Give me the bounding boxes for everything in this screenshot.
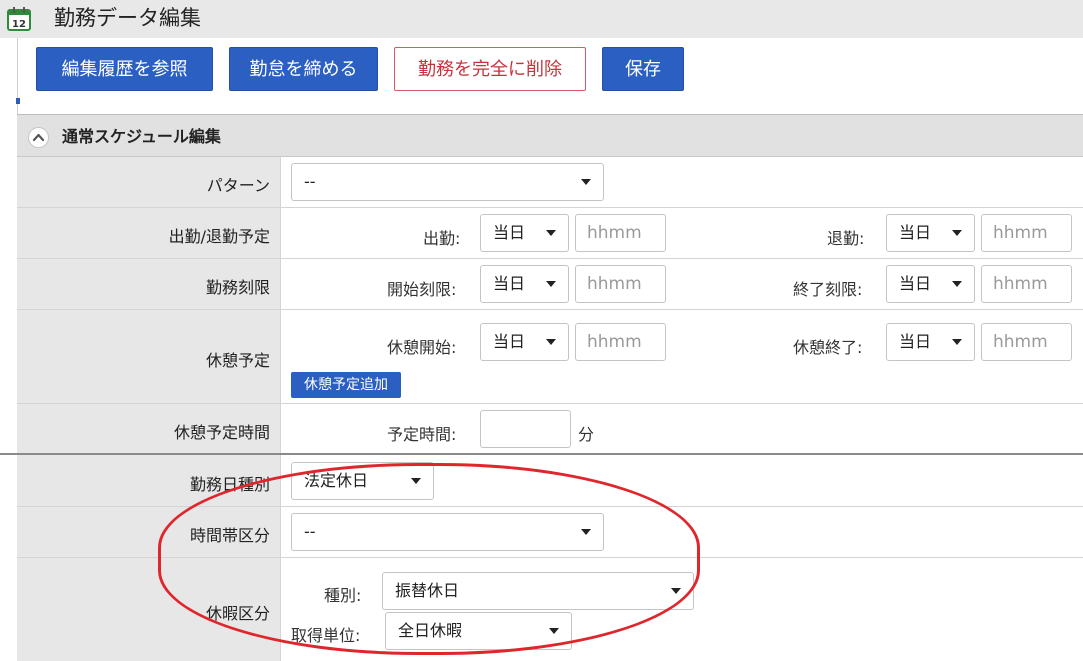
day-type-value: 法定休日 <box>304 471 369 490</box>
chevron-down-icon <box>546 339 556 345</box>
limit-start-label: 開始刻限: <box>387 280 457 299</box>
limit-end-day-select[interactable]: 当日 <box>886 265 975 303</box>
day-type-row: 勤務日種別 <box>17 455 1083 507</box>
pattern-select-value: -- <box>304 172 316 191</box>
leave-type-value: 振替休日 <box>395 581 460 600</box>
break-start-day-select[interactable]: 当日 <box>480 323 569 361</box>
chevron-down-icon <box>546 281 556 287</box>
time-zone-select[interactable]: -- <box>291 513 604 551</box>
leave-unit-label: 取得単位: <box>291 626 361 645</box>
end-time-input[interactable]: hhmm <box>981 214 1072 252</box>
page-title: 勤務データ編集 <box>54 6 201 30</box>
chevron-down-icon <box>671 588 681 594</box>
start-day-select[interactable]: 当日 <box>480 214 569 252</box>
day-type-label: 勤務日種別 <box>189 475 270 494</box>
chevron-down-icon <box>581 529 591 535</box>
end-day-select[interactable]: 当日 <box>886 214 975 252</box>
break-start-day-value: 当日 <box>493 332 526 351</box>
limit-start-day-value: 当日 <box>493 274 526 293</box>
leave-type-select[interactable]: 振替休日 <box>382 572 694 610</box>
section-title: 通常スケジュール編集 <box>62 127 221 146</box>
chevron-up-icon <box>32 133 45 142</box>
limit-end-time-input[interactable]: hhmm <box>981 265 1072 303</box>
work-limit-label: 勤務刻限 <box>205 278 270 297</box>
end-time-label: 退勤: <box>827 229 865 248</box>
leave-unit-select[interactable]: 全日休暇 <box>385 612 572 650</box>
break-end-time-input[interactable]: hhmm <box>981 323 1072 361</box>
break-schedule-label: 休憩予定 <box>205 351 270 370</box>
minutes-unit-label: 分 <box>578 425 595 444</box>
break-end-label: 休憩終了: <box>793 338 863 357</box>
break-start-time-input[interactable]: hhmm <box>575 323 666 361</box>
leave-unit-value: 全日休暇 <box>398 621 463 640</box>
delete-work-button[interactable]: 勤務を完全に削除 <box>394 47 586 91</box>
time-zone-label: 時間帯区分 <box>189 526 270 545</box>
pattern-label: パターン <box>206 176 270 195</box>
limit-start-day-select[interactable]: 当日 <box>480 265 569 303</box>
chevron-down-icon <box>952 281 962 287</box>
calendar-day-text: 12 <box>12 19 26 30</box>
limit-end-label: 終了刻限: <box>793 280 863 299</box>
calendar-icon: 12 <box>7 7 31 31</box>
planned-time-label: 予定時間: <box>387 425 457 444</box>
save-button[interactable]: 保存 <box>602 47 684 91</box>
start-time-input[interactable]: hhmm <box>575 214 666 252</box>
collapse-section-button[interactable] <box>28 127 49 148</box>
break-end-day-value: 当日 <box>899 332 932 351</box>
left-accent <box>16 98 20 104</box>
start-time-label: 出勤: <box>423 229 461 248</box>
end-day-value: 当日 <box>899 223 932 242</box>
pattern-select[interactable]: -- <box>291 163 604 201</box>
leave-type-label: 種別: <box>324 586 362 605</box>
start-day-value: 当日 <box>493 223 526 242</box>
limit-end-day-value: 当日 <box>899 274 932 293</box>
work-schedule-label: 出勤/退勤予定 <box>168 227 270 246</box>
chevron-down-icon <box>546 230 556 236</box>
chevron-down-icon <box>411 478 421 484</box>
leave-label: 休暇区分 <box>205 604 270 623</box>
limit-start-time-input[interactable]: hhmm <box>575 265 666 303</box>
chevron-down-icon <box>952 339 962 345</box>
time-zone-value: -- <box>304 522 316 541</box>
add-break-button[interactable]: 休憩予定追加 <box>291 372 401 398</box>
chevron-down-icon <box>952 230 962 236</box>
break-start-label: 休憩開始: <box>387 338 457 357</box>
break-duration-label: 休憩予定時間 <box>173 423 270 442</box>
view-history-button[interactable]: 編集履歴を参照 <box>36 47 213 91</box>
chevron-down-icon <box>549 628 559 634</box>
close-attendance-button[interactable]: 勤怠を締める <box>229 47 378 91</box>
break-end-day-select[interactable]: 当日 <box>886 323 975 361</box>
chevron-down-icon <box>581 179 591 185</box>
planned-minutes-input[interactable] <box>480 410 571 448</box>
day-type-select[interactable]: 法定休日 <box>291 462 434 500</box>
